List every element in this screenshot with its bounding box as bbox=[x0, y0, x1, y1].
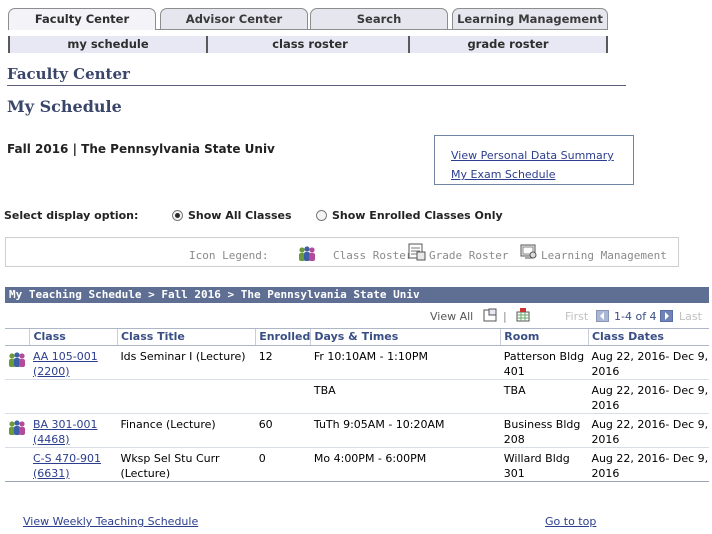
subtab-my-schedule[interactable]: my schedule bbox=[8, 36, 208, 53]
subtab-divider bbox=[606, 36, 608, 53]
enrolled-cell bbox=[255, 379, 311, 414]
row-range: 1-4 of 4 bbox=[614, 310, 657, 323]
room-cell: TBA bbox=[500, 379, 589, 414]
class-number-link[interactable]: (4468) bbox=[33, 433, 70, 446]
quick-links-box: View Personal Data Summary My Exam Sched… bbox=[434, 135, 634, 185]
last-link[interactable]: Last bbox=[679, 310, 702, 323]
days-times-cell: Mo 4:00PM - 6:00PM bbox=[310, 447, 501, 482]
header-class-dates: Class Dates bbox=[588, 329, 709, 346]
prev-arrow-icon[interactable] bbox=[596, 310, 609, 322]
people-icon[interactable] bbox=[8, 419, 26, 436]
tab-learning-management[interactable]: Learning Management bbox=[452, 8, 608, 30]
show-all-radio[interactable] bbox=[172, 210, 183, 221]
subtab-class-roster[interactable]: class roster bbox=[210, 36, 410, 53]
view-personal-data-link[interactable]: View Personal Data Summary bbox=[451, 149, 614, 162]
download-icon[interactable] bbox=[516, 308, 530, 322]
room-cell: Patterson Bldg 401 bbox=[500, 345, 589, 380]
days-times-cell: TuTh 9:05AM - 10:20AM bbox=[310, 413, 501, 448]
class-dates-cell: Aug 22, 2016- Dec 9, 2016 bbox=[588, 379, 709, 414]
class-dates-cell: Aug 22, 2016- Dec 9, 2016 bbox=[588, 447, 709, 482]
class-title-cell: Ids Seminar I (Lecture) bbox=[117, 345, 256, 380]
class-cell bbox=[29, 379, 118, 414]
enrolled-cell: 12 bbox=[255, 345, 311, 380]
view-all-link[interactable]: View All bbox=[430, 310, 473, 323]
first-link[interactable]: First bbox=[565, 310, 588, 323]
class-title-cell: Wksp Sel Stu Curr (Lecture) bbox=[117, 447, 256, 482]
class-title-cell bbox=[117, 379, 256, 414]
subtab-grade-roster[interactable]: grade roster bbox=[410, 36, 606, 53]
legend-label: Icon Legend: bbox=[189, 249, 269, 262]
header-room: Room bbox=[500, 329, 589, 346]
tab-baseline bbox=[156, 29, 608, 30]
learning-management-icon bbox=[520, 244, 537, 259]
enrolled-cell: 60 bbox=[255, 413, 311, 448]
center-title: Faculty Center bbox=[7, 65, 130, 83]
zoom-icon[interactable] bbox=[483, 308, 498, 322]
row-icon-cell bbox=[5, 379, 30, 414]
tab-advisor-center[interactable]: Advisor Center bbox=[160, 8, 308, 30]
room-cell: Willard Bldg 301 bbox=[500, 447, 589, 482]
people-icon[interactable] bbox=[8, 351, 26, 368]
class-link[interactable]: AA 105-001 bbox=[33, 350, 98, 363]
header-icon bbox=[5, 329, 31, 346]
class-dates-cell: Aug 22, 2016- Dec 9, 2016 bbox=[588, 345, 709, 380]
table-row: BA 301-001 (4468) Finance (Lecture) 60 T… bbox=[5, 413, 709, 448]
go-to-top-link[interactable]: Go to top bbox=[545, 515, 596, 528]
class-cell: BA 301-001 (4468) bbox=[29, 413, 118, 448]
legend-grade-roster: Grade Roster bbox=[429, 249, 509, 262]
class-cell: C-S 470-901 (6631) bbox=[29, 447, 118, 482]
next-arrow-icon[interactable] bbox=[660, 310, 673, 322]
people-icon bbox=[299, 246, 315, 261]
grade-roster-icon bbox=[408, 243, 426, 261]
display-option-label: Select display option: bbox=[4, 209, 139, 222]
subtab-divider bbox=[8, 36, 10, 53]
class-link[interactable]: BA 301-001 bbox=[33, 418, 98, 431]
days-times-cell: TBA bbox=[310, 379, 501, 414]
table-row: AA 105-001 (2200) Ids Seminar I (Lecture… bbox=[5, 345, 709, 380]
enrolled-cell: 0 bbox=[255, 447, 311, 482]
sub-tabs: my schedule class roster grade roster bbox=[8, 36, 608, 53]
show-enrolled-label[interactable]: Show Enrolled Classes Only bbox=[332, 209, 503, 222]
header-enrolled: Enrolled bbox=[255, 329, 312, 346]
class-dates-cell: Aug 22, 2016- Dec 9, 2016 bbox=[588, 413, 709, 448]
class-number-link[interactable]: (6631) bbox=[33, 467, 70, 480]
class-cell: AA 105-001 (2200) bbox=[29, 345, 118, 380]
room-cell: Business Bldg 208 bbox=[500, 413, 589, 448]
view-weekly-schedule-link[interactable]: View Weekly Teaching Schedule bbox=[23, 515, 198, 528]
grid-title-bar: My Teaching Schedule > Fall 2016 > The P… bbox=[5, 287, 709, 303]
page-title: My Schedule bbox=[7, 97, 122, 116]
subtab-divider bbox=[206, 36, 208, 53]
table-header-row: Class Class Title Enrolled Days & Times … bbox=[5, 329, 709, 346]
tab-faculty-center[interactable]: Faculty Center bbox=[8, 8, 156, 30]
show-all-label[interactable]: Show All Classes bbox=[188, 209, 292, 222]
icon-legend: Icon Legend: Class Roster Grade Roster L… bbox=[5, 237, 679, 267]
table-row: C-S 470-901 (6631) Wksp Sel Stu Curr (Le… bbox=[5, 447, 709, 482]
class-number-link[interactable]: (2200) bbox=[33, 365, 70, 378]
nav-separator: | bbox=[503, 310, 507, 323]
legend-class-roster: Class Roster bbox=[333, 249, 413, 262]
row-icon-cell bbox=[5, 345, 30, 380]
my-exam-schedule-link[interactable]: My Exam Schedule bbox=[451, 168, 555, 181]
header-class-title: Class Title bbox=[117, 329, 257, 346]
show-enrolled-radio[interactable] bbox=[316, 210, 327, 221]
header-class: Class bbox=[29, 329, 118, 346]
class-title-cell: Finance (Lecture) bbox=[117, 413, 256, 448]
title-divider bbox=[7, 85, 626, 86]
term-label: Fall 2016 | The Pennsylvania State Univ bbox=[7, 142, 275, 156]
tab-search[interactable]: Search bbox=[310, 8, 448, 30]
header-days-times: Days & Times bbox=[310, 329, 502, 346]
class-link[interactable]: C-S 470-901 bbox=[33, 452, 101, 465]
row-icon-cell bbox=[5, 413, 30, 448]
row-icon-cell bbox=[5, 447, 30, 482]
legend-learning-management: Learning Management bbox=[541, 249, 667, 262]
schedule-table: Class Class Title Enrolled Days & Times … bbox=[5, 329, 709, 482]
days-times-cell: Fr 10:10AM - 1:10PM bbox=[310, 345, 501, 380]
table-row: TBA TBA Aug 22, 2016- Dec 9, 2016 bbox=[5, 379, 709, 414]
